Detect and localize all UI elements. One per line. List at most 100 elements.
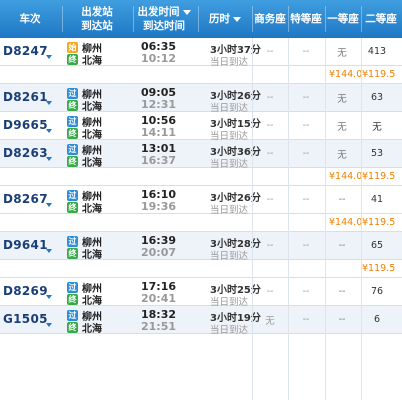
special-seat-availability: --: [302, 286, 310, 297]
business-seat-availability: --: [266, 120, 274, 131]
expand-stops-icon[interactable]: [46, 129, 52, 133]
expand-stops-icon[interactable]: [46, 55, 52, 59]
business-seat-availability: --: [266, 92, 274, 103]
expand-stops-icon[interactable]: [46, 249, 52, 253]
train-number-link[interactable]: D8269: [3, 284, 48, 298]
to-station: 终北海: [67, 52, 102, 67]
header-from-station-label: 出发站: [81, 6, 113, 18]
first-class-price: ¥144.0: [329, 69, 363, 80]
second-class-availability: 无: [372, 121, 382, 133]
business-seat-availability: 无: [265, 315, 275, 327]
to-station-name: 北海: [82, 204, 102, 215]
first-class-availability: 无: [337, 149, 347, 161]
column-divider: [252, 38, 253, 400]
train-row: D9665 过柳州终北海 10:56 14:11 3小时15分 当日到达 -- -- 无无: [0, 112, 402, 142]
first-class-availability: --: [338, 194, 346, 205]
header-business-label: 商务座: [254, 13, 286, 25]
business-seat-availability: --: [266, 194, 274, 205]
arrival-time: 14:11: [141, 126, 177, 139]
to-station: 终北海: [67, 200, 102, 215]
end-station-badge: 终: [67, 294, 78, 305]
to-station-name: 北海: [82, 296, 102, 307]
to-station: 终北海: [67, 154, 102, 169]
header-dep-time: 出发时间: [138, 5, 191, 19]
train-number-link[interactable]: D8267: [3, 192, 48, 206]
to-station: 终北海: [67, 126, 102, 141]
header-first-label: 一等座: [327, 13, 359, 25]
header-business: 商务座: [253, 0, 287, 38]
to-station-name: 北海: [82, 130, 102, 141]
second-class-price: ¥119.5: [362, 263, 396, 274]
end-station-badge: 终: [67, 100, 78, 111]
second-class-availability: 6: [373, 314, 381, 325]
header-times[interactable]: 出发时间 到达时间: [134, 0, 194, 38]
train-row: G1505 过柳州终北海 18:32 21:51 3小时19分 当日到达无 -- -- 6: [0, 306, 402, 336]
second-class-availability: 76: [370, 286, 384, 297]
expand-stops-icon[interactable]: [46, 203, 52, 207]
expand-stops-icon[interactable]: [46, 101, 52, 105]
arrival-time: 20:07: [141, 246, 177, 259]
special-seat-availability: --: [302, 120, 310, 131]
special-seat-availability: --: [302, 314, 310, 325]
end-station-badge: 终: [67, 54, 78, 65]
special-seat-availability: --: [302, 148, 310, 159]
arrival-time: 12:31: [141, 98, 177, 111]
second-class-price: ¥119.5: [362, 171, 396, 182]
header-second: 二等座: [362, 0, 400, 38]
train-row: D8267 过柳州终北海 16:10 19:36 3小时26分 当日到达 -- -- -- 41: [0, 186, 402, 216]
train-number-link[interactable]: D8263: [3, 146, 48, 160]
header-second-label: 二等座: [365, 13, 397, 25]
second-class-availability: 41: [370, 194, 384, 205]
expand-stops-icon[interactable]: [46, 295, 52, 299]
first-class-availability: 无: [337, 47, 347, 59]
table-header: 车次 出发站 到达站 出发时间 到达时间 历时 商务座 特等座 一等座 二等座: [0, 0, 402, 38]
train-row: D8261 过柳州终北海 09:05 12:31 3小时26分 当日到达 -- -- 无 63: [0, 84, 402, 114]
train-number-link[interactable]: D8247: [3, 44, 48, 58]
header-special-label: 特等座: [290, 13, 322, 25]
header-duration[interactable]: 历时: [200, 0, 250, 38]
first-class-price: ¥144.0: [329, 217, 363, 228]
train-number-link[interactable]: D9665: [3, 118, 48, 132]
train-number-link[interactable]: D8261: [3, 90, 48, 104]
to-station: 终北海: [67, 246, 102, 261]
sort-down-icon: [182, 10, 191, 15]
arrival-time: 20:41: [141, 292, 177, 305]
header-to-station-label: 到达站: [81, 20, 113, 32]
arrival-time: 16:37: [141, 154, 177, 167]
price-row: ¥119.5: [0, 260, 402, 278]
column-divider: [361, 38, 362, 400]
to-station: 终北海: [67, 292, 102, 307]
arrival-time: 19:36: [141, 200, 177, 213]
header-divider: [62, 6, 63, 32]
to-station: 终北海: [67, 320, 102, 335]
header-arr-time-label: 到达时间: [143, 20, 185, 32]
expand-stops-icon[interactable]: [46, 157, 52, 161]
to-station-name: 北海: [82, 158, 102, 169]
price-row: ¥144.0 ¥119.5: [0, 214, 402, 232]
header-dep-time-label: 出发时间: [137, 6, 180, 18]
train-number-link[interactable]: G1505: [3, 312, 48, 326]
end-station-badge: 终: [67, 322, 78, 333]
sort-down-icon: [233, 16, 241, 22]
column-divider: [325, 38, 326, 400]
header-train-no-label: 车次: [19, 13, 41, 25]
expand-stops-icon[interactable]: [46, 323, 52, 327]
first-class-availability: --: [338, 314, 346, 325]
second-class-availability: 65: [370, 240, 384, 251]
first-class-availability: --: [338, 240, 346, 251]
second-class-availability: 413: [367, 46, 387, 57]
first-class-availability: 无: [337, 93, 347, 105]
price-row: ¥144.0 ¥119.5: [0, 168, 402, 186]
train-row: D8269 过柳州终北海 17:16 20:41 3小时25分 当日到达 -- -- -- 76: [0, 278, 402, 308]
train-row: D8263 过柳州终北海 13:01 16:37 3小时36分 当日到达 -- -- 无 53: [0, 140, 402, 170]
to-station-name: 北海: [82, 102, 102, 113]
header-divider: [198, 6, 199, 32]
to-station: 终北海: [67, 98, 102, 113]
train-number-link[interactable]: D9641: [3, 238, 48, 252]
special-seat-availability: --: [302, 92, 310, 103]
header-stations[interactable]: 出发站 到达站: [64, 0, 130, 38]
business-seat-availability: --: [266, 286, 274, 297]
end-station-badge: 终: [67, 248, 78, 259]
second-class-price: ¥119.5: [362, 69, 396, 80]
header-special: 特等座: [289, 0, 323, 38]
